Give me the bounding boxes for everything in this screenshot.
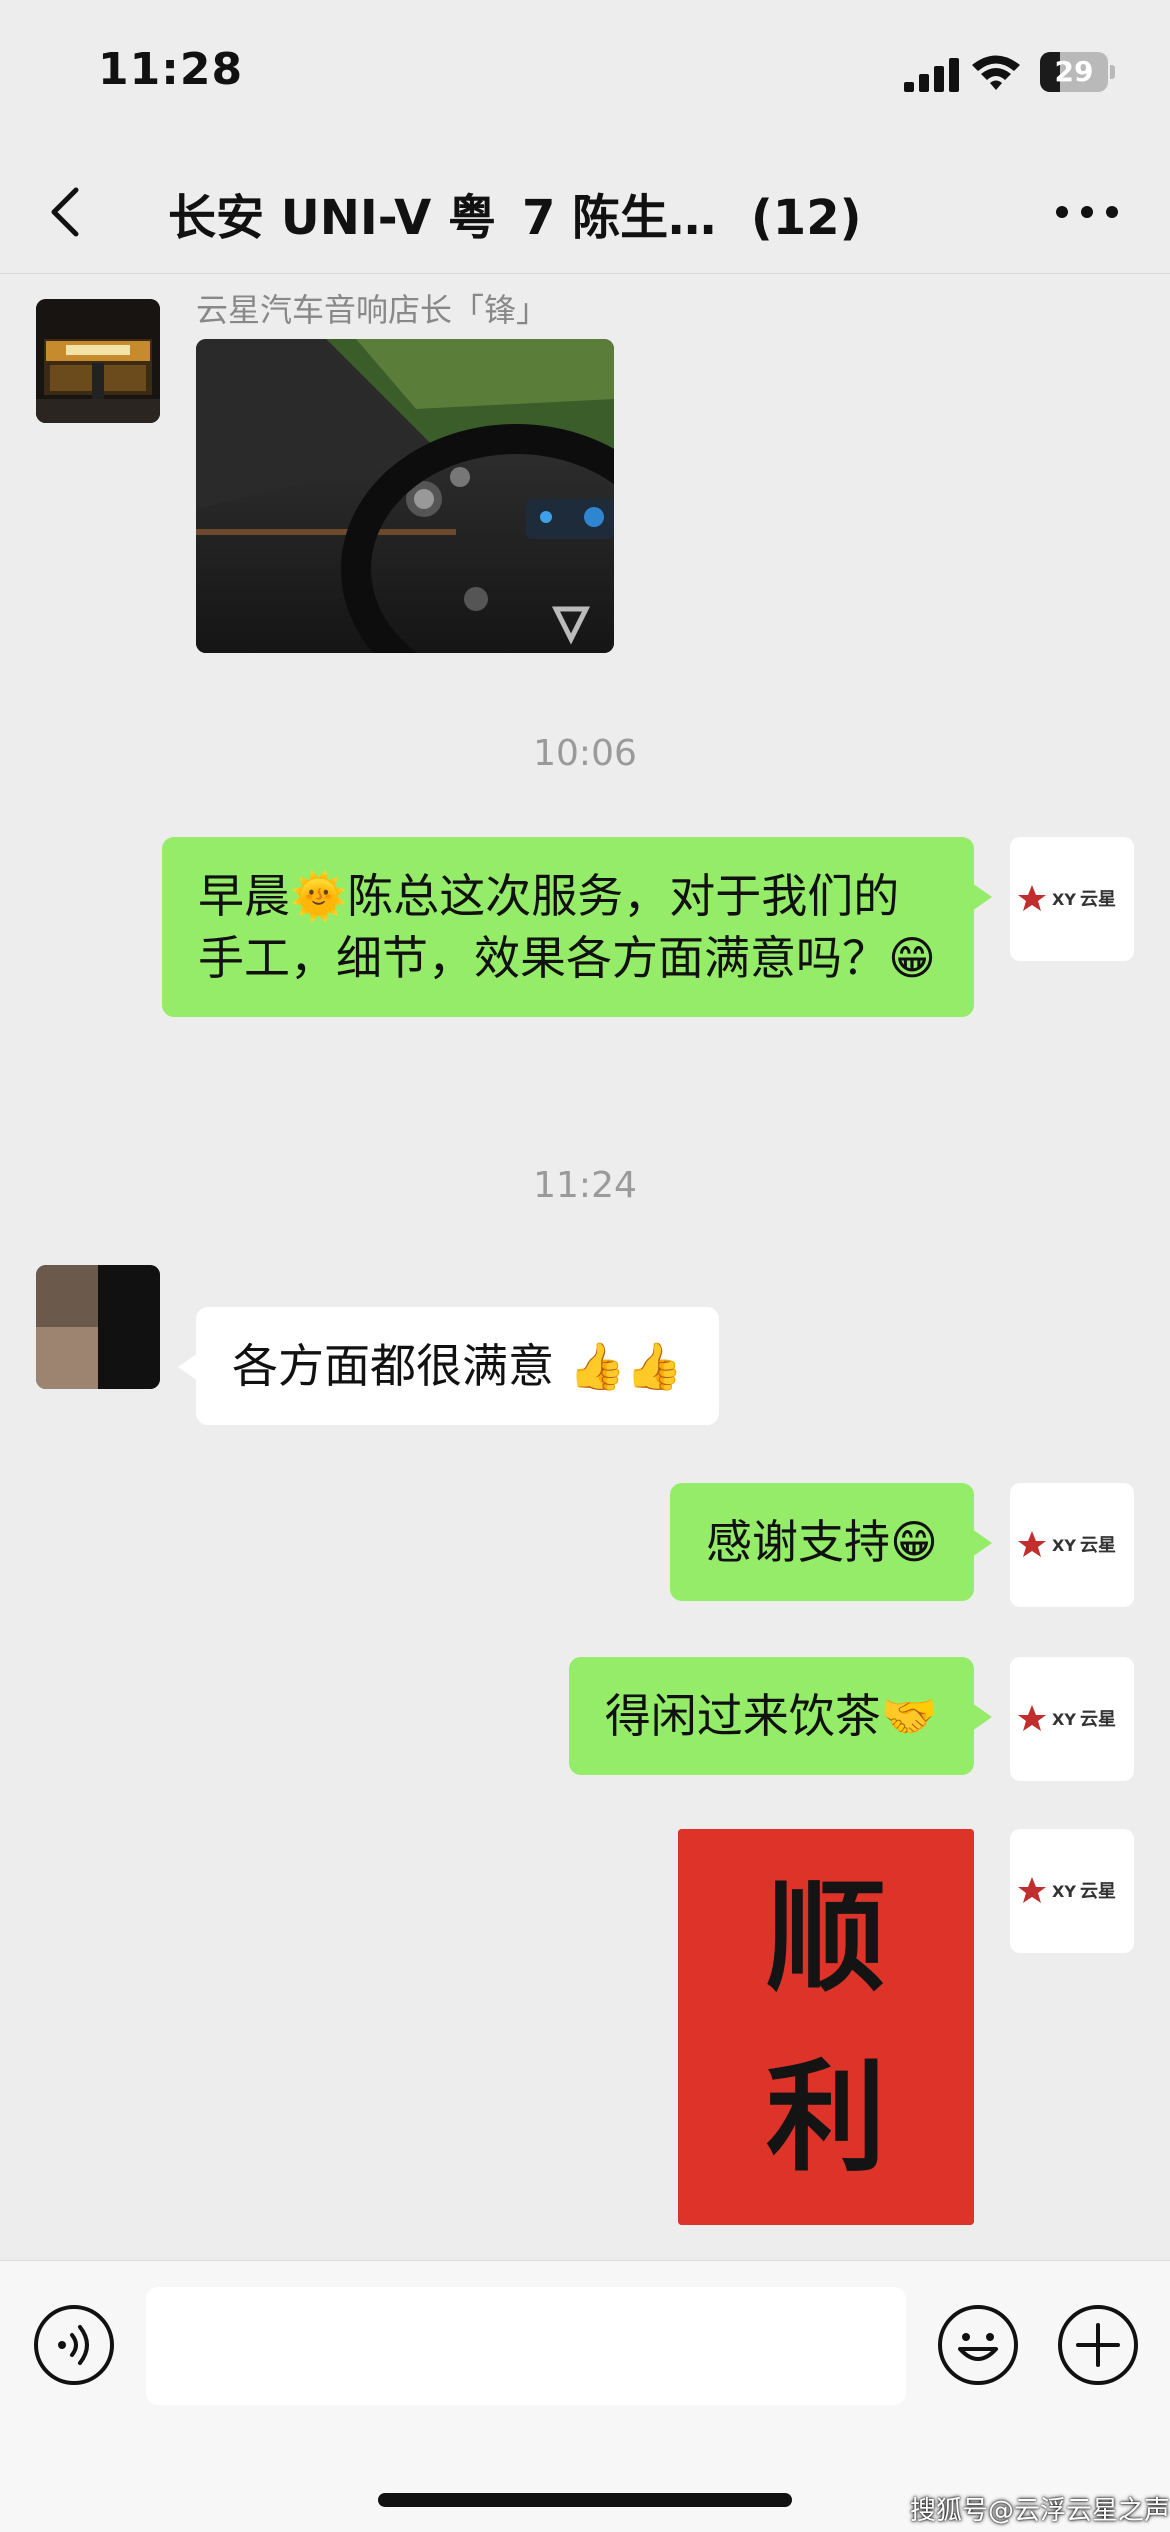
- home-indicator: [378, 2493, 792, 2507]
- message-input[interactable]: [146, 2287, 906, 2405]
- signal-icon: [904, 58, 959, 92]
- avatar[interactable]: XY 云星: [1010, 837, 1134, 961]
- brand-text: 云星: [1080, 1709, 1116, 1730]
- message-text: 各方面都很满意 👍👍: [232, 1339, 684, 1393]
- message-photo[interactable]: [196, 339, 614, 653]
- avatar[interactable]: [36, 1265, 160, 1389]
- plus-circle-icon[interactable]: [1056, 2303, 1140, 2387]
- avatar[interactable]: XY 云星: [1010, 1829, 1134, 1953]
- battery-level: 29: [1054, 55, 1094, 88]
- storefront-photo: [36, 299, 160, 423]
- calligraphy-text-2: 利: [766, 2047, 886, 2188]
- message-text: 感谢支持😁: [706, 1515, 938, 1569]
- wifi-icon: [972, 55, 1020, 90]
- brand-mark: XY: [1052, 1710, 1076, 1729]
- brand-text: 云星: [1080, 1881, 1116, 1902]
- watermark: 搜狐号@云浮云星之声: [910, 2496, 1170, 2526]
- message-bubble-outgoing[interactable]: 得闲过来饮茶🤝: [568, 1657, 993, 1775]
- brand-logo: XY 云星: [1018, 885, 1116, 911]
- brand-mark: XY: [1052, 1536, 1076, 1555]
- status-time: 11:28: [98, 44, 244, 95]
- more-horizontal-icon[interactable]: [1052, 198, 1122, 226]
- smile-icon[interactable]: [936, 2303, 1020, 2387]
- message-bubble-outgoing[interactable]: 感谢支持😁: [670, 1483, 992, 1601]
- brand-mark: XY: [1052, 890, 1076, 909]
- chat-title-prefix: 长安 UNI-V 粤: [168, 190, 497, 246]
- brand-logo: XY 云星: [1018, 1531, 1116, 1557]
- avatar[interactable]: XY 云星: [1010, 1657, 1134, 1781]
- timestamp: 10:06: [533, 733, 637, 774]
- brand-text: 云星: [1080, 889, 1116, 910]
- brand-logo: XY 云星: [1018, 1705, 1116, 1731]
- battery-icon: 29: [1040, 52, 1116, 92]
- chat-header: 长安 UNI-V 粤 7 陈生… (12): [0, 150, 1170, 274]
- chat-title-suffix: 7 陈生…: [522, 190, 717, 246]
- timestamp: 11:24: [533, 1165, 637, 1206]
- chevron-left-icon[interactable]: [40, 180, 90, 244]
- member-count: (12): [750, 190, 862, 246]
- avatar[interactable]: [36, 299, 160, 423]
- brand-logo: XY 云星: [1018, 1877, 1116, 1903]
- message-text: 得闲过来饮茶🤝: [604, 1689, 938, 1743]
- calligraphy-text-1: 顺: [766, 1867, 886, 2008]
- sender-name: 云星汽车音响店长「锋」: [196, 291, 549, 329]
- voice-icon[interactable]: [32, 2303, 116, 2387]
- chat-messages[interactable]: 云星汽车音响店长「锋」 10:06 早晨🌞陈总这次服务，对于我们的手工，细节，效…: [0, 275, 1170, 2260]
- brand-mark: XY: [1052, 1882, 1076, 1901]
- chat-title: 长安 UNI-V 粤 7 陈生… (12): [168, 178, 862, 252]
- avatar[interactable]: XY 云星: [1010, 1483, 1134, 1607]
- message-photo[interactable]: 顺 利: [678, 1829, 974, 2225]
- status-bar: 11:28 29: [0, 0, 1170, 150]
- brand-text: 云星: [1080, 1535, 1116, 1556]
- message-bubble-incoming[interactable]: 各方面都很满意 👍👍: [177, 1307, 720, 1425]
- message-text: 早晨🌞陈总这次服务，对于我们的手工，细节，效果各方面满意吗？😁: [198, 869, 936, 985]
- blurred-avatar-image: [36, 1265, 160, 1389]
- message-bubble-outgoing[interactable]: 早晨🌞陈总这次服务，对于我们的手工，细节，效果各方面满意吗？😁: [162, 837, 992, 1017]
